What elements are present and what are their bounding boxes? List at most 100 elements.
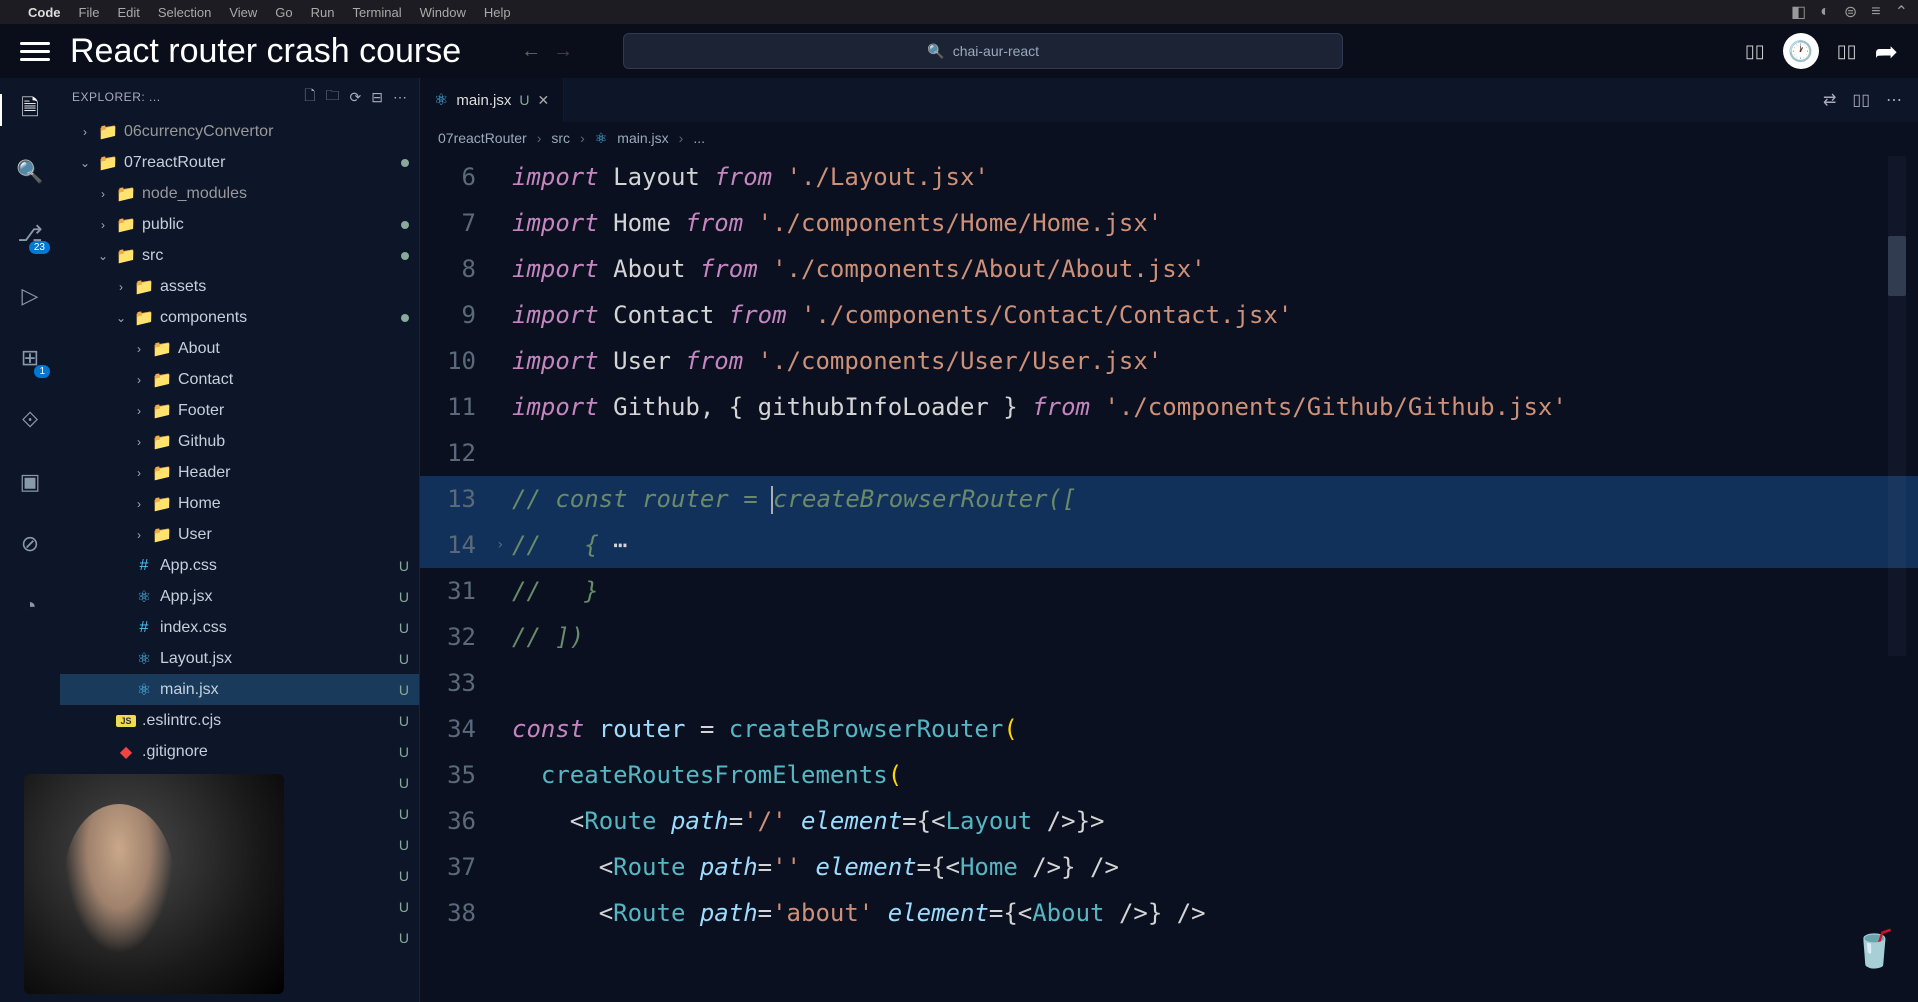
new-file-icon[interactable]: 🗋 [304,85,315,109]
tree-item[interactable]: ›📁Footer [60,395,419,426]
tree-item[interactable]: ⚛App.jsxU [60,581,419,612]
layout-sidebar-icon[interactable]: ▯▯ [1837,41,1857,62]
chevron-icon[interactable]: › [96,187,110,201]
fold-icon[interactable]: › [496,522,512,568]
tree-item[interactable]: ›📁Home [60,488,419,519]
code-line[interactable]: 31// } [420,568,1918,614]
code-line[interactable]: 7import Home from './components/Home/Hom… [420,200,1918,246]
editor-tab[interactable]: ⚛ main.jsx U ✕ [420,78,564,122]
breadcrumb-segment[interactable]: 07reactRouter [438,130,527,146]
status-icon[interactable]: ≡ [1871,3,1880,21]
minimap-scrollbar[interactable] [1888,156,1906,656]
code-line[interactable]: 11import Github, { githubInfoLoader } fr… [420,384,1918,430]
compare-icon[interactable]: ⇄ [1823,90,1836,110]
code-line[interactable]: 32// ]) [420,614,1918,660]
chevron-icon[interactable]: › [132,373,146,387]
chevron-icon[interactable]: › [78,125,92,139]
code-content[interactable]: import About from './components/About/Ab… [512,246,1918,292]
nav-forward-icon[interactable]: → [553,40,573,63]
chevron-icon[interactable]: › [96,218,110,232]
code-content[interactable]: import User from './components/User/User… [512,338,1918,384]
code-line[interactable]: 12 [420,430,1918,476]
menu-file[interactable]: File [79,5,100,20]
chevron-icon[interactable]: › [132,435,146,449]
watch-later-icon[interactable]: 🕐 [1783,33,1819,69]
code-content[interactable]: createRoutesFromElements( [512,752,1918,798]
code-line[interactable]: 10import User from './components/User/Us… [420,338,1918,384]
status-icon[interactable]: ⌃ [1895,2,1908,22]
code-content[interactable]: <Route path='/' element={<Layout />}> [512,798,1918,844]
menu-run[interactable]: Run [311,5,335,20]
code-content[interactable]: <Route path='about' element={<About />} … [512,890,1918,936]
more-icon[interactable]: ⋯ [393,89,407,106]
tree-item[interactable]: ›📁assets [60,271,419,302]
tree-item[interactable]: ›📁06currencyConvertor [60,116,419,147]
status-icon[interactable]: ◐ [1820,3,1830,21]
code-line[interactable]: 37 <Route path='' element={<Home />} /> [420,844,1918,890]
chevron-icon[interactable]: › [132,404,146,418]
tree-item[interactable]: ›📁Contact [60,364,419,395]
code-content[interactable]: // } [512,568,1918,614]
layout-panel-icon[interactable]: ▯▯ [1745,41,1765,62]
code-content[interactable]: import Github, { githubInfoLoader } from… [512,384,1918,430]
tree-item[interactable]: ›📁public [60,209,419,240]
chevron-icon[interactable]: › [132,497,146,511]
run-debug-icon[interactable]: ▷ [10,276,50,316]
menu-help[interactable]: Help [484,5,511,20]
menu-terminal[interactable]: Terminal [353,5,402,20]
menu-go[interactable]: Go [275,5,292,20]
breadcrumb-segment[interactable]: main.jsx [617,130,668,146]
menu-window[interactable]: Window [420,5,466,20]
breadcrumb-segment[interactable]: src [551,130,570,146]
code-line[interactable]: 14›// { ⋯ [420,522,1918,568]
tree-item[interactable]: JS.eslintrc.cjsU [60,705,419,736]
code-content[interactable]: // ]) [512,614,1918,660]
hamburger-icon[interactable] [20,42,50,61]
tree-item[interactable]: ◆.gitignoreU [60,736,419,767]
tree-item[interactable]: #index.cssU [60,612,419,643]
code-line[interactable]: 38 <Route path='about' element={<About /… [420,890,1918,936]
tree-item[interactable]: ⌄📁components [60,302,419,333]
command-center-search[interactable]: 🔍 chai-aur-react [623,33,1343,69]
code-content[interactable]: // const router = createBrowserRouter([ [512,476,1918,522]
source-control-icon[interactable]: ⎇23 [10,214,50,254]
collapse-icon[interactable]: ⊟ [371,89,383,106]
chevron-icon[interactable]: › [114,280,128,294]
docker-icon[interactable]: ▣ [10,462,50,502]
code-line[interactable]: 33 [420,660,1918,706]
code-content[interactable]: import Layout from './Layout.jsx' [512,154,1918,200]
tree-item[interactable]: ›📁node_modules [60,178,419,209]
split-editor-icon[interactable]: ▯▯ [1852,90,1870,110]
code-line[interactable]: 6import Layout from './Layout.jsx' [420,154,1918,200]
tree-item[interactable]: ›📁Github [60,426,419,457]
chevron-icon[interactable]: ⌄ [96,249,110,263]
code-line[interactable]: 34const router = createBrowserRouter( [420,706,1918,752]
code-content[interactable]: const router = createBrowserRouter( [512,706,1918,752]
live-share-icon[interactable]: ⊘ [10,524,50,564]
tree-item[interactable]: ⌄📁src [60,240,419,271]
minimap-thumb[interactable] [1888,236,1906,296]
close-icon[interactable]: ✕ [537,92,549,109]
more-actions-icon[interactable]: ⋯ [1886,90,1902,110]
code-content[interactable]: // { ⋯ [512,522,1918,568]
code-line[interactable]: 36 <Route path='/' element={<Layout />}> [420,798,1918,844]
tree-item[interactable]: ›📁About [60,333,419,364]
share-icon[interactable]: ➦ [1875,35,1898,68]
code-content[interactable]: import Home from './components/Home/Home… [512,200,1918,246]
status-icon[interactable]: ◧ [1791,2,1806,22]
menu-edit[interactable]: Edit [117,5,139,20]
search-icon[interactable]: 🔍 [10,152,50,192]
explorer-icon[interactable]: 🗎 [10,90,50,130]
code-line[interactable]: 35 createRoutesFromElements( [420,752,1918,798]
remote-icon[interactable]: ⟐ [10,400,50,440]
code-editor[interactable]: 6import Layout from './Layout.jsx'7impor… [420,154,1918,1002]
status-icon[interactable]: ⊜ [1844,2,1857,22]
tree-item[interactable]: ›📁User [60,519,419,550]
chevron-icon[interactable]: › [132,466,146,480]
code-line[interactable]: 13// const router = createBrowserRouter(… [420,476,1918,522]
extensions-icon[interactable]: ⊞1 [10,338,50,378]
code-content[interactable]: import Contact from './components/Contac… [512,292,1918,338]
tree-item[interactable]: ⌄📁07reactRouter [60,147,419,178]
tree-item[interactable]: #App.cssU [60,550,419,581]
new-folder-icon[interactable]: 🗀 [326,85,340,109]
